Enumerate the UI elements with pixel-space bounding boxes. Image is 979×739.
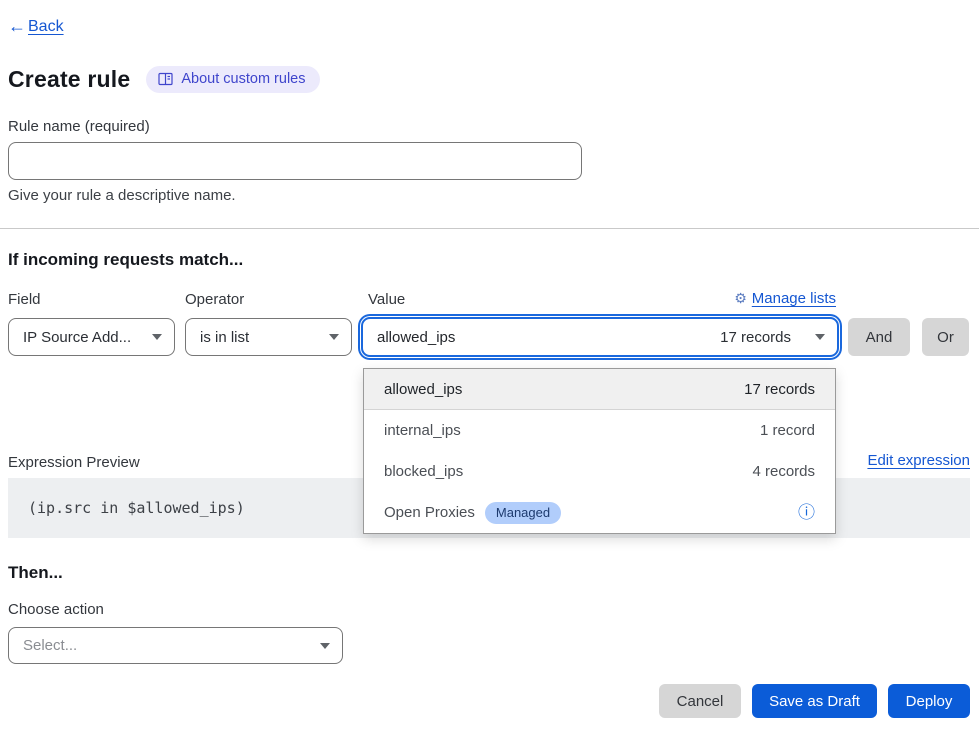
list-records: 17 records	[744, 381, 815, 398]
edit-expression-link[interactable]: Edit expression	[867, 452, 970, 469]
value-dropdown-menu: allowed_ips 17 records internal_ips 1 re…	[363, 368, 836, 534]
and-button[interactable]: And	[848, 318, 910, 356]
rule-name-input[interactable]	[8, 142, 582, 180]
list-name: allowed_ips	[384, 381, 462, 398]
match-section-heading: If incoming requests match...	[8, 250, 243, 270]
managed-badge: Managed	[485, 502, 561, 524]
dropdown-item-internal-ips[interactable]: internal_ips 1 record	[364, 410, 835, 451]
operator-select-value: is in list	[200, 329, 249, 346]
choose-action-label: Choose action	[8, 601, 104, 618]
value-select-records: 17 records	[720, 329, 791, 346]
back-link[interactable]: ←Back	[8, 16, 64, 37]
operator-label: Operator	[185, 291, 244, 308]
create-rule-page: ←Back Create rule About custom rules Rul…	[0, 0, 979, 739]
list-name: internal_ips	[384, 422, 461, 439]
section-divider	[0, 228, 979, 229]
chevron-down-icon	[329, 334, 339, 340]
field-select-value: IP Source Add...	[23, 329, 131, 346]
field-label: Field	[8, 291, 41, 308]
manage-lists-label: Manage lists	[752, 290, 836, 307]
about-custom-rules-link[interactable]: About custom rules	[146, 66, 319, 93]
chevron-down-icon	[320, 643, 330, 649]
action-select[interactable]: Select...	[8, 627, 343, 664]
gear-icon: ⚙	[734, 290, 747, 307]
chevron-down-icon	[152, 334, 162, 340]
expression-code: (ip.src in $allowed_ips)	[28, 499, 245, 517]
save-as-draft-button[interactable]: Save as Draft	[752, 684, 877, 718]
dropdown-item-blocked-ips[interactable]: blocked_ips 4 records	[364, 451, 835, 492]
cancel-button[interactable]: Cancel	[659, 684, 741, 718]
dropdown-item-open-proxies[interactable]: Open Proxies Managed ⓘ	[364, 492, 835, 533]
value-select-selected: allowed_ips	[377, 329, 720, 346]
back-arrow-icon: ←	[8, 16, 26, 37]
dropdown-item-allowed-ips[interactable]: allowed_ips 17 records	[364, 369, 835, 410]
then-section-heading: Then...	[8, 563, 63, 583]
book-icon	[158, 72, 173, 86]
rule-name-helper: Give your rule a descriptive name.	[8, 187, 236, 204]
value-select[interactable]: allowed_ips 17 records	[361, 317, 839, 357]
chevron-down-icon	[815, 334, 825, 340]
page-title: Create rule	[8, 66, 130, 93]
rule-name-label: Rule name (required)	[8, 118, 150, 135]
list-records: 1 record	[760, 422, 815, 439]
field-select[interactable]: IP Source Add...	[8, 318, 175, 356]
list-name: Open Proxies	[384, 504, 475, 521]
manage-lists-link[interactable]: ⚙ Manage lists	[363, 290, 836, 307]
list-name: blocked_ips	[384, 463, 463, 480]
expression-preview-label: Expression Preview	[8, 454, 140, 471]
list-records: 4 records	[752, 463, 815, 480]
action-select-placeholder: Select...	[23, 637, 77, 654]
title-row: Create rule About custom rules	[8, 66, 320, 93]
deploy-button[interactable]: Deploy	[888, 684, 970, 718]
about-badge-label: About custom rules	[181, 71, 305, 87]
operator-select[interactable]: is in list	[185, 318, 352, 356]
info-icon[interactable]: ⓘ	[798, 504, 815, 521]
or-button[interactable]: Or	[922, 318, 969, 356]
